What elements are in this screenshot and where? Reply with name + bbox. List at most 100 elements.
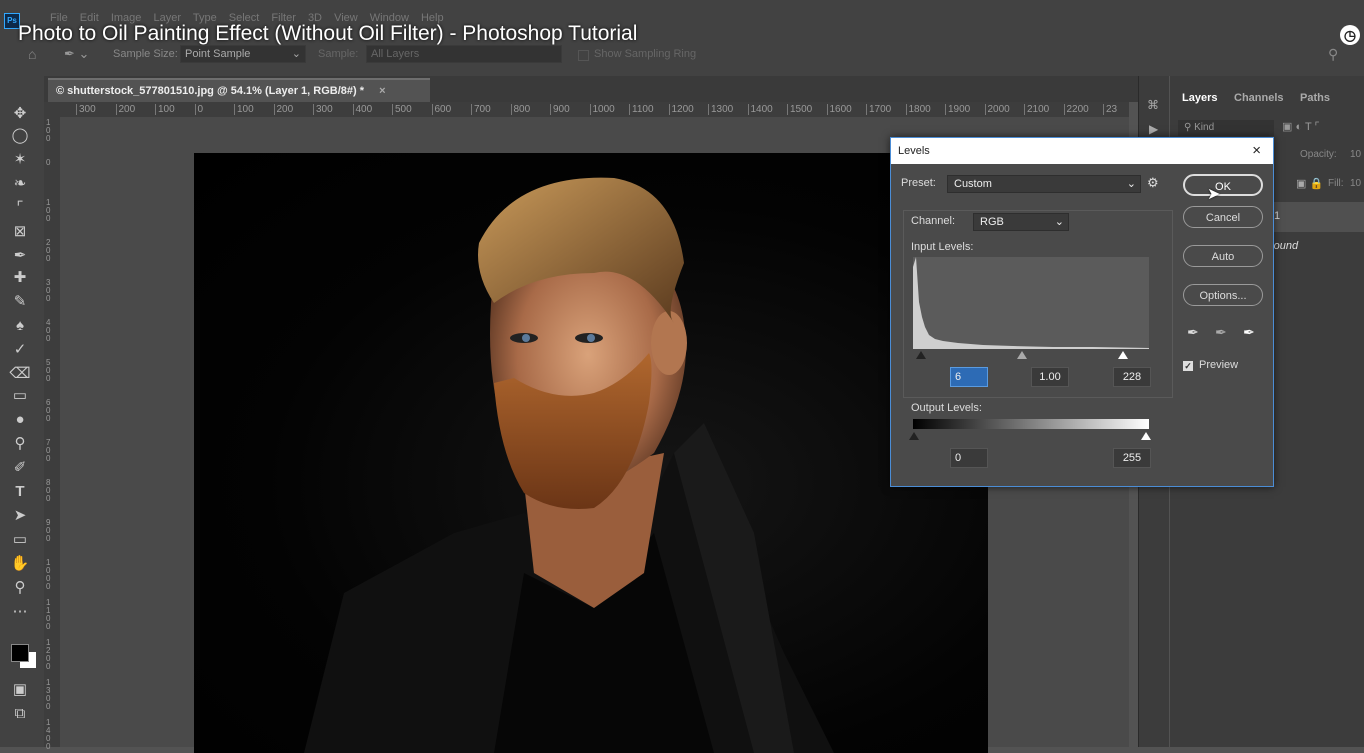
healing-brush-tool-icon[interactable]: ✚ (8, 268, 32, 288)
gradient-tool-icon[interactable]: ▭ (8, 386, 32, 406)
close-icon[interactable]: × (1252, 138, 1261, 164)
preview-checkbox[interactable]: ✓ (1183, 361, 1193, 371)
vruler-tick-label: 1 0 0 (46, 118, 51, 143)
ruler-tick-label: 600 (431, 104, 451, 115)
close-icon[interactable]: × (379, 85, 385, 97)
brush-tool-icon[interactable]: ✎ (8, 292, 32, 312)
output-white-field[interactable]: 255 (1113, 448, 1151, 468)
document-tab[interactable]: © shutterstock_577801510.jpg @ 54.1% (La… (48, 78, 430, 102)
auto-button[interactable]: Auto (1183, 245, 1263, 267)
rectangle-tool-icon[interactable]: ▭ (8, 530, 32, 550)
ruler-tick-label: 23 (1103, 104, 1117, 115)
vruler-tick-label: 0 (46, 158, 51, 167)
history-brush-tool-icon[interactable]: ✓ (8, 340, 32, 360)
layer-kind-filter[interactable]: ⚲ Kind (1178, 120, 1274, 136)
hand-tool-icon[interactable]: ✋ (8, 554, 32, 574)
chevron-down-icon: ⌄ (1126, 178, 1136, 190)
filter-icons[interactable]: ▣ ◐ T ⌜ (1282, 120, 1320, 133)
levels-titlebar[interactable]: Levels × (891, 138, 1273, 164)
crop-tool-icon[interactable]: ⌜ (8, 198, 32, 218)
chevron-down-icon: ⌄ (1054, 216, 1064, 228)
marquee-tool-icon[interactable]: ◯ (8, 126, 32, 146)
eyedropper-tool-icon[interactable]: ✒ ⌄ (64, 46, 89, 62)
move-tool-icon[interactable]: ✥ (8, 104, 32, 124)
zoom-tool-icon[interactable]: ⚲ (8, 578, 32, 598)
vruler-tick-label: 1 0 0 0 (46, 558, 51, 591)
ruler-tick-label: 300 (76, 104, 96, 115)
vruler-tick-label: 5 0 0 (46, 358, 51, 383)
history-icon[interactable]: ⌘ (1147, 98, 1159, 112)
ruler-tick-label: 900 (550, 104, 570, 115)
mouse-cursor-icon: ➤ (1207, 186, 1221, 203)
ok-button[interactable]: OK (1183, 174, 1263, 196)
levels-title: Levels (898, 145, 930, 157)
screen-mode-icon[interactable]: ⧉ (8, 704, 32, 724)
frame-tool-icon[interactable]: ⊠ (8, 222, 32, 242)
document-photo-bearded-man[interactable] (194, 153, 988, 753)
gray-point-eyedropper-icon[interactable]: ✒ (1215, 324, 1227, 341)
ruler-tick-label: 800 (510, 104, 530, 115)
clone-stamp-tool-icon[interactable]: ♠ (8, 316, 32, 336)
cancel-button[interactable]: Cancel (1183, 206, 1263, 228)
output-black-field[interactable]: 0 (950, 448, 988, 468)
sample-select[interactable]: All Layers (366, 45, 562, 63)
tab-paths[interactable]: Paths (1300, 92, 1330, 104)
lasso-tool-icon[interactable]: ✶ (8, 150, 32, 170)
vruler-tick-label: 6 0 0 (46, 398, 51, 423)
options-button[interactable]: Options... (1183, 284, 1263, 306)
home-icon[interactable]: ⌂ (28, 46, 36, 62)
ruler-tick-label: 700 (471, 104, 491, 115)
vruler-tick-label: 7 0 0 (46, 438, 51, 463)
input-black-slider[interactable] (916, 351, 926, 359)
histogram (913, 257, 1149, 349)
input-gamma-slider[interactable] (1017, 351, 1027, 359)
ruler-tick-label: 1600 (826, 104, 852, 115)
play-icon[interactable]: ▶ (1149, 122, 1158, 136)
options-bar: ⌂ ✒ ⌄ Sample Size: Point Sample ⌄ Sample… (0, 44, 1364, 66)
output-gradient (913, 419, 1149, 429)
ruler-tick-label: 100 (234, 104, 254, 115)
output-black-slider[interactable] (909, 432, 919, 440)
blur-tool-icon[interactable]: ● (8, 410, 32, 430)
opacity-value[interactable]: 10 (1350, 149, 1361, 160)
input-white-field[interactable]: 228 (1113, 367, 1151, 387)
tab-layers[interactable]: Layers (1182, 92, 1217, 104)
pen-tool-icon[interactable]: ✐ (8, 458, 32, 478)
vruler-tick-label: 4 0 0 (46, 318, 51, 343)
eyedropper-tool-icon[interactable]: ✒ (8, 246, 32, 266)
eraser-tool-icon[interactable]: ⌫ (8, 364, 32, 384)
portrait-image (304, 177, 834, 753)
output-white-slider[interactable] (1141, 432, 1151, 440)
quick-mask-icon[interactable]: ▣ (8, 680, 32, 700)
vruler-tick-label: 9 0 0 (46, 518, 51, 543)
preset-gear-icon[interactable]: ⚙ (1147, 175, 1159, 191)
sampling-ring-checkbox[interactable] (578, 50, 589, 61)
input-black-field[interactable]: 6 (950, 367, 988, 387)
search-icon[interactable]: ⚲ (1328, 46, 1338, 63)
preset-select[interactable]: Custom ⌄ (947, 175, 1141, 193)
ruler-tick-label: 1500 (787, 104, 812, 115)
path-selection-tool-icon[interactable]: ➤ (8, 506, 32, 526)
more-tools-icon[interactable]: ⋯ (8, 602, 32, 622)
chevron-down-icon: ⌄ (291, 48, 301, 60)
input-white-slider[interactable] (1118, 351, 1128, 359)
type-tool-icon[interactable]: T (8, 482, 32, 502)
ruler-tick-label: 0 (194, 104, 203, 115)
fill-value[interactable]: 10 (1350, 178, 1361, 189)
search-icon: ⚲ (1184, 122, 1192, 133)
white-point-eyedropper-icon[interactable]: ✒ (1243, 324, 1255, 341)
quick-selection-tool-icon[interactable]: ❧ (8, 174, 32, 194)
dodge-tool-icon[interactable]: ⚲ (8, 434, 32, 454)
sample-size-select[interactable]: Point Sample ⌄ (180, 45, 306, 63)
sampling-ring-label: Show Sampling Ring (594, 48, 697, 60)
vertical-ruler: 1 0 0 0 1 0 0 2 0 0 3 0 0 4 0 0 5 0 0 6 0 0 7 0 … (44, 117, 60, 751)
video-title-overlay: Photo to Oil Painting Effect (Without Oi… (18, 22, 638, 45)
input-gamma-field[interactable]: 1.00 (1031, 367, 1069, 387)
black-point-eyedropper-icon[interactable]: ✒ (1187, 324, 1199, 341)
channel-select[interactable]: RGB ⌄ (973, 213, 1069, 231)
ruler-tick-label: 1200 (668, 104, 694, 115)
lock-icon[interactable]: ▣ 🔒 (1296, 177, 1323, 190)
tab-channels[interactable]: Channels (1234, 92, 1284, 104)
foreground-color-swatch[interactable] (11, 644, 29, 662)
ruler-tick-label: 200 (115, 104, 135, 115)
